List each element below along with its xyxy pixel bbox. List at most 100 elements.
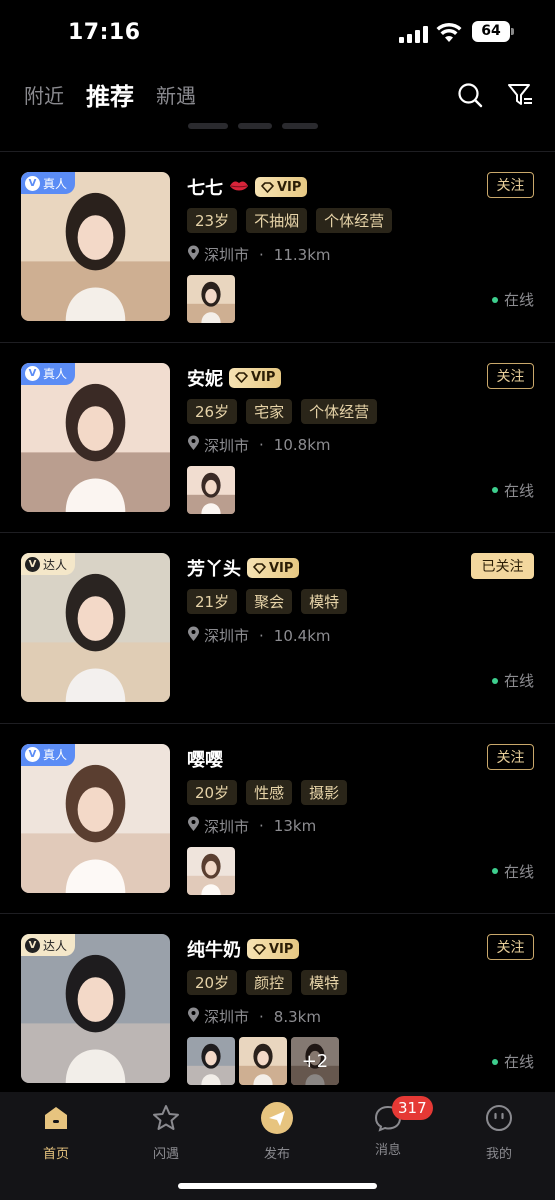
distance: 10.8km: [273, 436, 331, 454]
location-row: 深圳市 · 8.3km: [187, 1006, 321, 1027]
battery-indicator: 64: [472, 21, 514, 42]
tab-post-label: 发布: [263, 1147, 290, 1162]
talent-badge: V 达人: [21, 934, 76, 956]
badge-label: 真人: [43, 748, 68, 762]
tab-new-encounters[interactable]: 新遇: [156, 80, 196, 109]
tab-flash[interactable]: 闪遇: [126, 1102, 206, 1162]
tab-recommended[interactable]: 推荐: [86, 77, 134, 112]
tab-home-label: 首页: [42, 1147, 69, 1162]
name-row: 芳丫头 VIP: [187, 555, 300, 581]
talent-badge: V 达人: [21, 553, 76, 575]
v-icon: V: [25, 747, 40, 762]
separator-dot: ·: [259, 817, 264, 835]
photo-thumbnails: [187, 465, 235, 514]
vip-label: VIP: [277, 179, 302, 195]
profile-tag: 宅家: [246, 398, 293, 424]
v-icon: V: [25, 937, 40, 953]
profile-tag: 模特: [301, 589, 348, 614]
photo-thumbnail[interactable]: [187, 275, 235, 323]
follow-button[interactable]: 关注: [487, 362, 534, 389]
v-icon: V: [25, 366, 40, 381]
photo-thumbnails: +2: [187, 1037, 339, 1085]
user-card[interactable]: V 真人 嘤嘤 关注 20岁 性感 摄影 深圳市 · 13km 在线: [0, 722, 555, 914]
online-label: 在线: [503, 481, 534, 500]
photo-thumbnails: [187, 275, 235, 323]
follow-button[interactable]: 关注: [487, 743, 534, 770]
online-status: 在线: [491, 861, 534, 882]
tag-list: 20岁 颜控 模特: [187, 970, 348, 995]
photo-thumbnail[interactable]: [239, 1037, 287, 1085]
user-photo[interactable]: V 真人: [21, 362, 170, 512]
user-name[interactable]: 安妮: [187, 365, 223, 391]
user-name[interactable]: 芳丫头: [187, 555, 241, 581]
diamond-icon: [235, 372, 248, 383]
online-dot-icon: [491, 868, 498, 874]
user-photo[interactable]: V 达人: [21, 553, 170, 702]
tag-list: 26岁 宅家 个体经营: [187, 398, 378, 424]
user-card[interactable]: V 真人 安妮 VIP 关注 26岁 宅家 个体经营 深圳市 · 10.8km 在线: [0, 341, 555, 533]
top-nav: 附近 推荐 新遇: [0, 64, 555, 126]
vip-label: VIP: [251, 370, 276, 385]
city: 深圳市: [204, 436, 250, 455]
profile-icon: [486, 1105, 512, 1131]
location-row: 深圳市 · 10.4km: [187, 625, 331, 646]
location-row: 深圳市 · 11.3km: [187, 244, 331, 265]
lips-icon: [229, 178, 249, 197]
follow-button[interactable]: 已关注: [471, 553, 534, 579]
follow-button[interactable]: 关注: [487, 172, 534, 198]
tab-nearby[interactable]: 附近: [24, 80, 64, 109]
location-pin-icon: [187, 1007, 200, 1027]
tab-me-label: 我的: [485, 1147, 512, 1162]
badge-label: 达人: [43, 938, 68, 953]
tag-list: 20岁 性感 摄影: [187, 779, 348, 805]
photo-thumbnail[interactable]: [187, 846, 235, 895]
location-pin-icon: [187, 626, 200, 646]
user-card[interactable]: V 真人 七七 VIP 关注 23岁 不抽烟 个体经营 深圳市 · 11.3km 在线: [0, 151, 555, 342]
star-icon: [153, 1105, 179, 1130]
cellular-signal-icon: [399, 25, 429, 43]
user-photo[interactable]: V 真人: [21, 743, 170, 893]
follow-button[interactable]: 关注: [487, 934, 534, 960]
unread-count-badge: 317: [392, 1096, 433, 1120]
profile-tag: 不抽烟: [246, 208, 308, 233]
v-icon: V: [25, 175, 40, 191]
user-photo[interactable]: V 达人: [21, 934, 170, 1083]
photo-thumbnail[interactable]: [187, 1037, 235, 1085]
vip-badge: VIP: [247, 558, 300, 578]
user-name[interactable]: 纯牛奶: [187, 936, 241, 962]
photo-thumbnail[interactable]: +2: [291, 1037, 339, 1085]
name-row: 纯牛奶 VIP: [187, 936, 300, 962]
photo-thumbnail[interactable]: [187, 465, 235, 514]
name-row: 七七 VIP: [187, 174, 308, 200]
location-row: 深圳市 · 13km: [187, 816, 316, 837]
tab-me[interactable]: 我的: [459, 1102, 539, 1162]
profile-tag: 20岁: [187, 970, 238, 995]
location-pin-icon: [187, 245, 200, 265]
tab-post[interactable]: 发布: [237, 1102, 317, 1162]
verified-real-badge: V 真人: [21, 362, 76, 385]
badge-label: 达人: [43, 557, 68, 572]
photo-thumbnails: [187, 846, 235, 895]
location-pin-icon: [187, 435, 200, 455]
filter-icon[interactable]: [507, 82, 533, 108]
tag-list: 21岁 聚会 模特: [187, 589, 348, 614]
user-name[interactable]: 七七: [187, 174, 223, 200]
city: 深圳市: [204, 246, 250, 264]
user-card[interactable]: V 达人 芳丫头 VIP 已关注 21岁 聚会 模特 深圳市 · 10.4km 在线: [0, 532, 555, 723]
user-name[interactable]: 嘤嘤: [187, 746, 223, 772]
search-icon[interactable]: [457, 82, 483, 108]
city: 深圳市: [204, 1008, 250, 1026]
status-bar: 17:16 64: [0, 0, 555, 64]
badge-label: 真人: [43, 176, 68, 191]
distance: 13km: [273, 817, 317, 835]
home-indicator: [178, 1183, 377, 1189]
online-label: 在线: [503, 862, 534, 881]
user-photo[interactable]: V 真人: [21, 172, 170, 321]
tab-home[interactable]: 首页: [16, 1102, 96, 1162]
distance: 10.4km: [273, 626, 331, 645]
tab-messages[interactable]: 317 消息: [348, 1096, 433, 1158]
user-list[interactable]: V 真人 七七 VIP 关注 23岁 不抽烟 个体经营 深圳市 · 11.3km 在线 V 真人 安妮 V…: [0, 151, 555, 1104]
separator-dot: ·: [259, 245, 264, 264]
user-card[interactable]: V 达人 纯牛奶 VIP 关注 20岁 颜控 模特 深圳市 · 8.3km +2 在线: [0, 913, 555, 1104]
profile-tag: 个体经营: [316, 208, 393, 233]
